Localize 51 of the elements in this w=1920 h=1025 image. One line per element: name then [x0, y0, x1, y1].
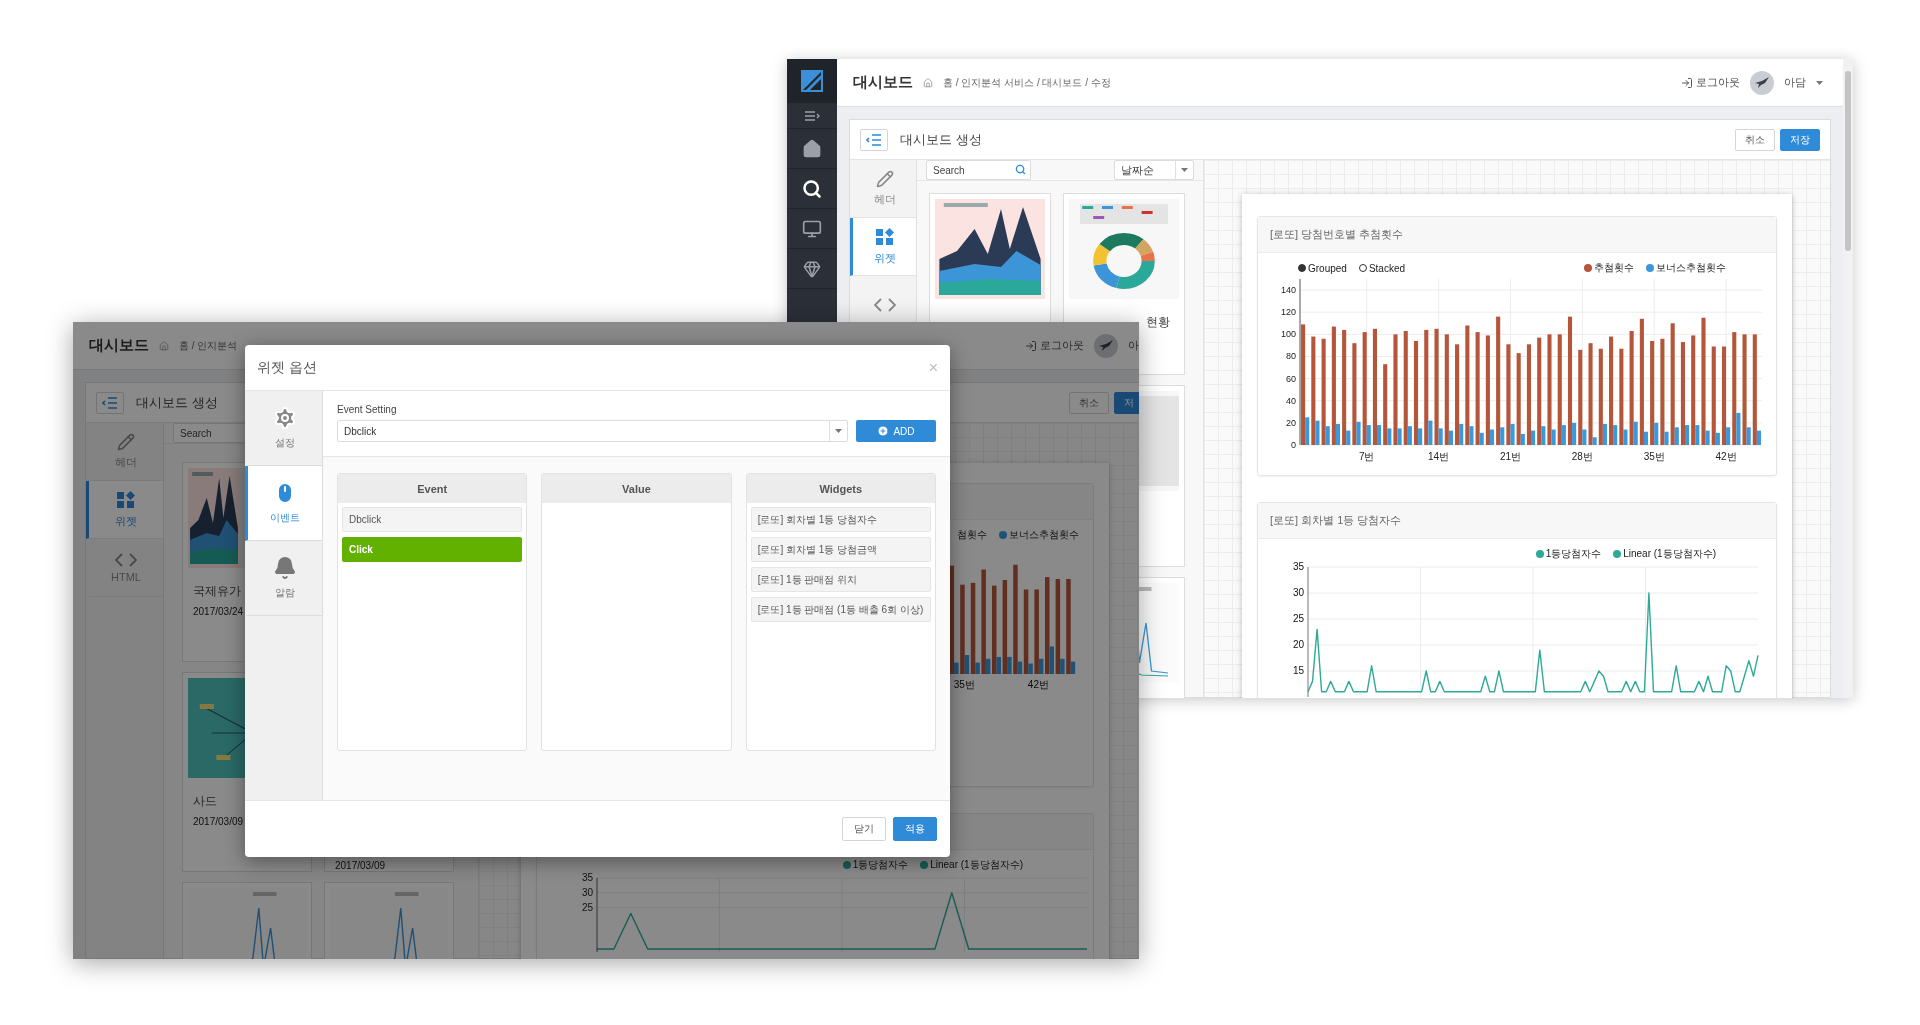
page-title: 대시보드 [89, 336, 149, 355]
card-date: 2017/03/09 [335, 860, 386, 871]
tick-label: 60 [1286, 373, 1296, 384]
page-title: 대시보드 [853, 73, 913, 92]
card-date: 2017/03/24 [193, 606, 244, 617]
panel-heading: Event [338, 474, 527, 503]
legend-label: Linear (1등당첨자수) [1623, 547, 1716, 561]
breadcrumb: 홈 / 인지분석 [179, 338, 238, 353]
tick-label: 120 [1280, 307, 1296, 318]
tick-label: 25 [581, 901, 593, 913]
tick-label: 20 [1286, 417, 1296, 428]
chart-title: [로또] 회차별 1등 당첨자수 [1270, 513, 1402, 528]
field-label: Event Setting [337, 404, 398, 415]
tick-label: 80 [1286, 351, 1296, 362]
card-date: 2017/03/09 [193, 816, 244, 827]
tick-label: 40 [1286, 395, 1296, 406]
tick-label: 42번 [1027, 679, 1049, 690]
tick-label: 35번 [953, 679, 975, 690]
tick-label: 20 [1292, 639, 1304, 650]
legend-label: 보너스추첨횟수 [1009, 528, 1079, 542]
legend-label: 1등당첨자수 [1545, 547, 1602, 561]
tick-label: 140 [1280, 285, 1296, 296]
card-title: 현황 [1146, 314, 1171, 331]
tick-label: 7번 [1358, 451, 1375, 462]
tick-label: 15 [1292, 665, 1304, 676]
panel-title: 대시보드 생성 [900, 130, 982, 149]
panel-heading: Widgets [746, 474, 935, 503]
legend-label: Linear (1등당첨자수) [930, 858, 1023, 872]
panel-heading: Value [542, 474, 731, 503]
tick-label: 14번 [1428, 451, 1450, 462]
breadcrumb: 홈 / 인지분석 서비스 / 대시보드 / 수정 [943, 75, 1111, 90]
tick-label: 25 [1292, 613, 1304, 624]
dialog-title: 위젯 옵션 [257, 358, 317, 377]
tick-label: 100 [1280, 329, 1296, 340]
legend-label: 첨횟수 [957, 528, 987, 542]
tick-label: 28번 [1571, 451, 1593, 462]
card-title: 국제유가 [193, 583, 241, 600]
tick-label: 35번 [1643, 451, 1665, 462]
tick-label: 30 [581, 886, 593, 898]
tick-label: 0 [1291, 440, 1296, 450]
card-title: 사드 [193, 793, 217, 810]
tick-label: 30 [1292, 587, 1304, 598]
tick-label: 35 [1292, 561, 1304, 572]
chart-title: [로또] 당첨번호별 추첨횟수 [1270, 227, 1404, 242]
tick-label: 42번 [1715, 451, 1737, 462]
tick-label: 35 [581, 872, 593, 883]
legend-label: 추첨횟수 [1594, 261, 1634, 275]
legend-label: 1등당첨자수 [852, 858, 909, 872]
legend-label: 보너스추첨횟수 [1656, 261, 1726, 275]
tick-label: 21번 [1499, 451, 1522, 462]
panel-title: 대시보드 생성 [136, 393, 218, 412]
